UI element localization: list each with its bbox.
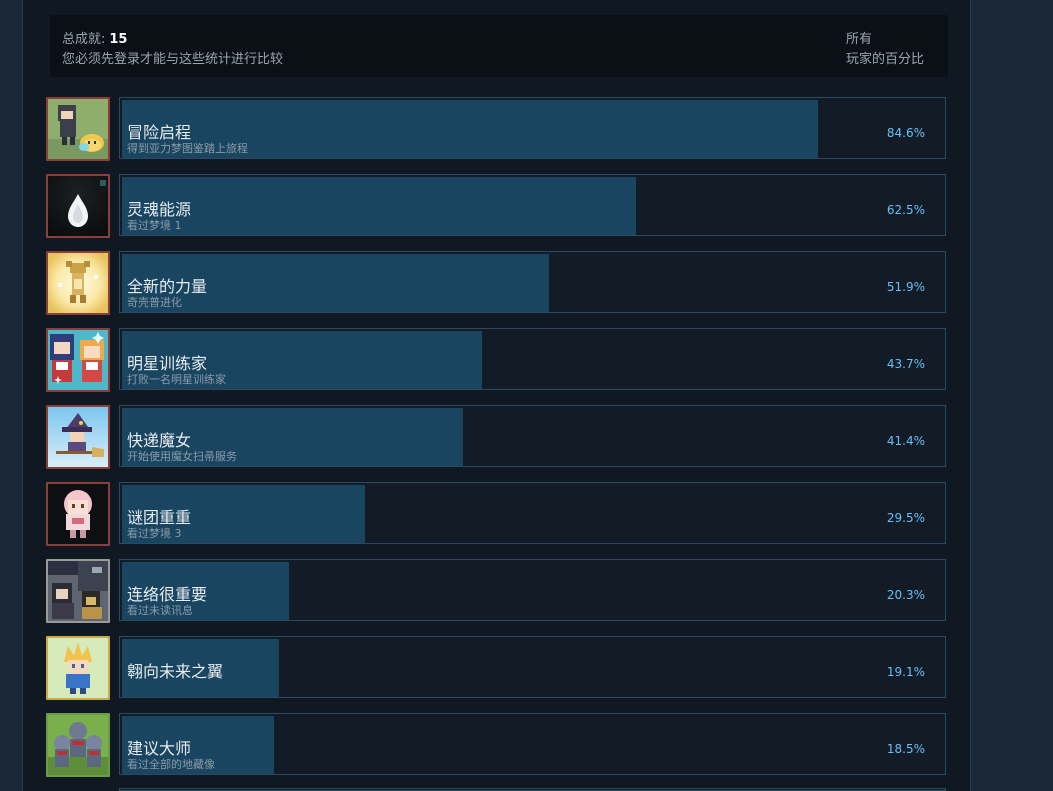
- two-trainers-icon: [46, 328, 110, 392]
- achievement-progress-bar: 谜团重重 看过梦境 3 29.5%: [119, 482, 946, 544]
- achievement-percent: 51.9%: [886, 280, 925, 294]
- achievement-description: 看过未读讯息: [127, 604, 193, 617]
- progress-fill: [122, 177, 636, 235]
- achievement-percent: 43.7%: [886, 357, 925, 371]
- achievement-row: 明星训练家 打败一名明星训练家 43.7%: [46, 328, 950, 392]
- achievement-progress-bar: 明星训练家 打败一名明星训练家 43.7%: [119, 328, 946, 390]
- achievement-description: 看过全部的地藏像: [127, 758, 215, 771]
- achievement-percent: 84.6%: [886, 126, 925, 140]
- achievement-name: 翱向未来之翼: [127, 662, 224, 681]
- login-note: 您必须先登录才能与这些统计进行比较: [62, 52, 284, 67]
- achievement-row: 建议大师 看过全部的地藏像 18.5%: [46, 713, 950, 777]
- witch-on-broom-icon: [46, 405, 110, 469]
- achievement-percent: 20.3%: [886, 588, 925, 602]
- total-achievements: 总成就: 15: [62, 28, 127, 47]
- achievement-progress-bar: 翱向未来之翼 19.1%: [119, 636, 946, 698]
- achievement-progress-bar: 冒险启程 得到亚力梦图鉴踏上旅程 84.6%: [119, 97, 946, 159]
- total-label: 总成就:: [62, 32, 106, 47]
- achievement-progress-bar: 连络很重要 看过未读讯息 20.3%: [119, 559, 946, 621]
- hooded-figure-with-slime-icon: [46, 97, 110, 161]
- achievement-progress-bar: 全新的力量 奇壳普进化 51.9%: [119, 251, 946, 313]
- achievement-description: 开始使用魔女扫帚服务: [127, 450, 237, 463]
- achievement-percent: 19.1%: [886, 665, 925, 679]
- achievement-row: 冒险启程 得到亚力梦图鉴踏上旅程 84.6%: [46, 97, 950, 161]
- achievement-percent: 62.5%: [886, 203, 925, 217]
- achievement-progress-bar: 灵魂能源 看过梦境 1 62.5%: [119, 174, 946, 236]
- achievement-progress-bar: 建议大师 看过全部的地藏像 18.5%: [119, 713, 946, 775]
- total-value: 15: [109, 32, 128, 47]
- glowing-creature-icon: [46, 251, 110, 315]
- percent-of-players-label: 玩家的百分比: [846, 52, 925, 67]
- achievements-panel: 总成就: 15 您必须先登录才能与这些统计进行比较 所有 玩家的百分比 冒险启程…: [22, 0, 971, 791]
- achievement-percent: 29.5%: [886, 511, 925, 525]
- achievement-row: 谜团重重 看过梦境 3 29.5%: [46, 482, 950, 546]
- all-players-label: 所有: [846, 32, 873, 47]
- achievement-row: 翱向未来之翼 19.1%: [46, 636, 950, 700]
- spiky-hair-hero-icon: [46, 636, 110, 700]
- achievement-description: 得到亚力梦图鉴踏上旅程: [127, 142, 248, 155]
- achievement-description: 看过梦境 3: [127, 527, 182, 540]
- jizo-statues-icon: [46, 713, 110, 777]
- achievement-progress-bar: 快递魔女 开始使用魔女扫帚服务 41.4%: [119, 405, 946, 467]
- achievement-percent: 18.5%: [886, 742, 925, 756]
- pink-haired-girl-icon: [46, 482, 110, 546]
- soul-flame-icon: [46, 174, 110, 238]
- achievement-percent: 41.4%: [886, 434, 925, 448]
- stats-header: 总成就: 15 您必须先登录才能与这些统计进行比较 所有 玩家的百分比: [50, 15, 948, 77]
- achievement-row: 全新的力量 奇壳普进化 51.9%: [46, 251, 950, 315]
- achievement-description: 奇壳普进化: [127, 296, 182, 309]
- message-scene-icon: [46, 559, 110, 623]
- achievement-row: 连络很重要 看过未读讯息 20.3%: [46, 559, 950, 623]
- achievement-row: 快递魔女 开始使用魔女扫帚服务 41.4%: [46, 405, 950, 469]
- achievement-row: 灵魂能源 看过梦境 1 62.5%: [46, 174, 950, 238]
- achievement-description: 打败一名明星训练家: [127, 373, 226, 386]
- achievement-description: 看过梦境 1: [127, 219, 182, 232]
